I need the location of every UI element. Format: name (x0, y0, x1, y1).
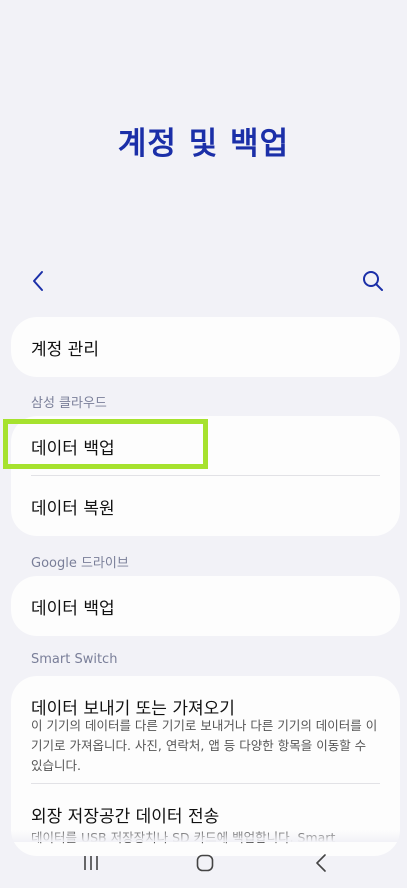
samsung-cloud-section-title: 삼성 클라우드 (31, 396, 107, 411)
recents-icon (84, 856, 98, 870)
google-drive-backup-item[interactable]: 데이터 백업 (11, 576, 400, 636)
samsung-cloud-restore-item[interactable]: 데이터 복원 (11, 476, 400, 536)
search-button[interactable] (355, 263, 391, 299)
navigation-bar (0, 840, 407, 888)
page-title: 계정 및 백업 (117, 126, 290, 162)
smart-switch-transfer-item[interactable]: 데이터 보내기 또는 가져오기 이 기기의 데이터를 다른 기기로 보내거나 다… (11, 676, 400, 784)
samsung-cloud-restore-label: 데이터 복원 (31, 499, 115, 519)
chevron-left-icon (33, 271, 43, 291)
smart-switch-transfer-desc: 이 기기의 데이터를 다른 기기로 보내거나 다른 기기의 데이터를 이 기기로… (31, 718, 378, 773)
home-button[interactable] (190, 850, 220, 876)
external-storage-transfer-label: 외장 저장공간 데이터 전송 (31, 807, 220, 827)
home-icon (196, 854, 214, 872)
highlight-box (3, 419, 208, 469)
google-drive-section-title: Google 드라이브 (31, 556, 129, 571)
google-drive-card: 데이터 백업 (11, 576, 400, 636)
back-button[interactable] (20, 263, 56, 299)
recents-button[interactable] (76, 850, 106, 876)
account-card: 계정 관리 (11, 317, 400, 377)
account-manage-item[interactable]: 계정 관리 (11, 317, 400, 377)
account-manage-label: 계정 관리 (31, 340, 99, 360)
nav-back-button[interactable] (306, 850, 336, 876)
smart-switch-card: 데이터 보내기 또는 가져오기 이 기기의 데이터를 다른 기기로 보내거나 다… (11, 676, 400, 856)
google-drive-backup-label: 데이터 백업 (31, 599, 115, 619)
smart-switch-section-title: Smart Switch (31, 652, 118, 667)
search-icon (363, 271, 383, 291)
back-icon (316, 854, 326, 872)
